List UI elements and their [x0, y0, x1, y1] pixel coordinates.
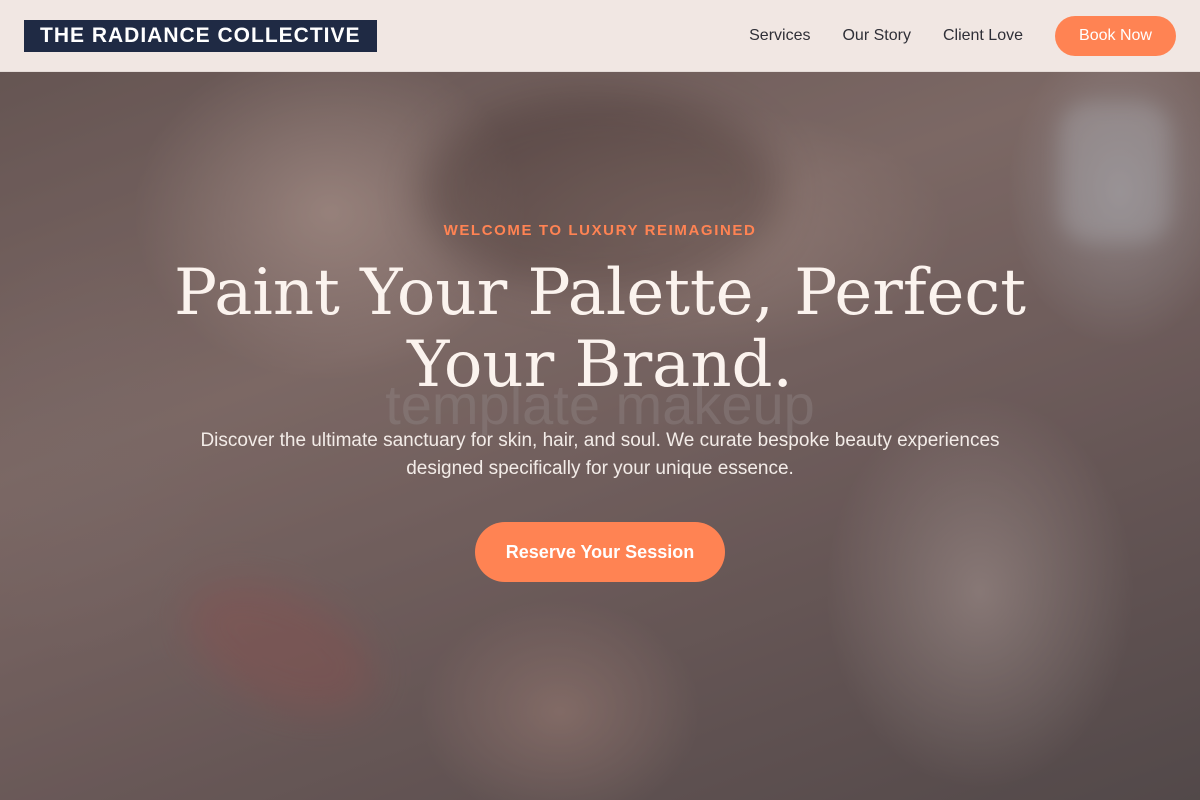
book-now-button[interactable]: Book Now	[1055, 15, 1176, 56]
hero-headline: Paint Your Palette, Perfect Your Brand.	[174, 256, 1026, 402]
brand-logo[interactable]: THE RADIANCE COLLECTIVE	[24, 19, 377, 52]
main-nav: Services Our Story Client Love Book Now	[749, 15, 1176, 56]
nav-our-story[interactable]: Our Story	[842, 27, 910, 45]
reserve-session-button[interactable]: Reserve Your Session	[475, 522, 725, 582]
nav-client-love[interactable]: Client Love	[943, 27, 1023, 45]
hero-section: WELCOME TO LUXURY REIMAGINED template ma…	[0, 72, 1200, 800]
hero-eyebrow: WELCOME TO LUXURY REIMAGINED	[443, 222, 757, 239]
hero-subtitle: Discover the ultimate sanctuary for skin…	[200, 430, 1000, 479]
hero-content: WELCOME TO LUXURY REIMAGINED template ma…	[0, 72, 1200, 800]
nav-services[interactable]: Services	[749, 27, 810, 45]
site-header: THE RADIANCE COLLECTIVE Services Our Sto…	[0, 0, 1200, 72]
